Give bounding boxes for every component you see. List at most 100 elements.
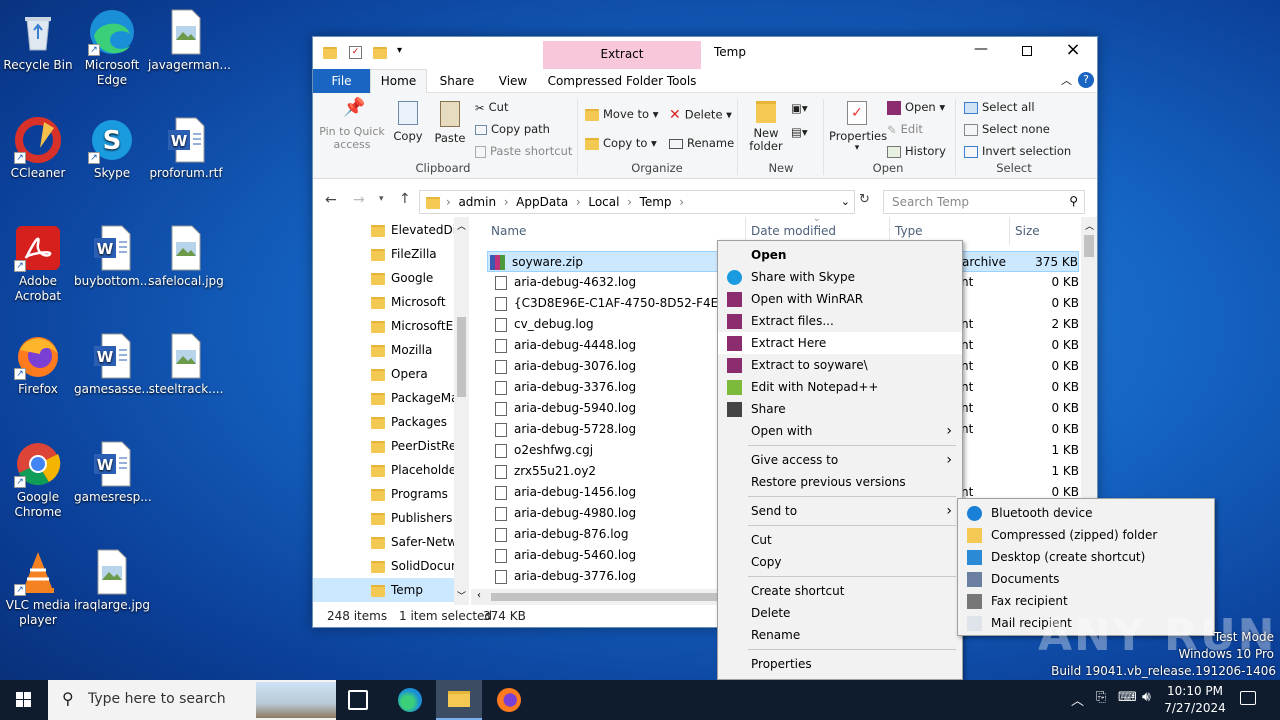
- context-menu-item-extract-here[interactable]: Extract Here: [718, 332, 962, 354]
- tree-item-peerdistrep[interactable]: PeerDistRep: [371, 434, 464, 458]
- breadcrumb-admin[interactable]: admin: [458, 195, 496, 209]
- easy-access-icon[interactable]: ▤▾: [791, 125, 808, 139]
- properties-button[interactable]: ✓ Properties ▾: [829, 101, 887, 153]
- tree-item-elevateddia[interactable]: ElevatedDia: [371, 218, 463, 242]
- address-bar[interactable]: › admin › AppData › Local › Temp › ⌄: [419, 190, 855, 214]
- pin-quick-access-button[interactable]: 📌 Pin to Quick access: [319, 99, 385, 152]
- tree-item-mozilla[interactable]: Mozilla: [371, 338, 432, 362]
- desktop-icon-edge[interactable]: ↗ Microsoft Edge: [74, 8, 150, 88]
- move-to-button[interactable]: Move to ▾: [585, 107, 658, 122]
- column-header-date[interactable]: Date modified: [751, 224, 836, 238]
- column-header-name[interactable]: Name: [491, 224, 526, 238]
- context-menu-item-copy[interactable]: Copy: [718, 551, 962, 573]
- network-icon[interactable]: ⎘: [1096, 690, 1106, 705]
- desktop-icon-ccleaner[interactable]: ↗ CCleaner: [0, 116, 76, 181]
- desktop-icon-firefox[interactable]: ↗ Firefox: [0, 332, 76, 397]
- invert-selection-button[interactable]: Invert selection: [964, 144, 1071, 158]
- tree-item-packagema[interactable]: PackageMa: [371, 386, 458, 410]
- desktop-icon-javagerman[interactable]: javagerman...: [148, 8, 231, 73]
- desktop-icon-skype[interactable]: S ↗ Skype: [74, 116, 150, 181]
- taskbar-search-box[interactable]: ⚲ Type here to search: [48, 680, 336, 720]
- desktop-icon-acrobat[interactable]: ↗ Adobe Acrobat: [0, 224, 76, 304]
- search-box[interactable]: Search Temp ⚲: [883, 190, 1085, 214]
- tree-item-microsoftec[interactable]: MicrosoftEc: [371, 314, 460, 338]
- breadcrumb-temp[interactable]: Temp: [640, 195, 672, 209]
- desktop-icon-proforum[interactable]: W proforum.rtf: [148, 116, 224, 181]
- taskbar-search-input[interactable]: Type here to search: [88, 691, 226, 707]
- send-to-item-fax-recipient[interactable]: Fax recipient: [958, 590, 1214, 612]
- taskbar-firefox-icon[interactable]: [497, 688, 521, 712]
- refresh-button[interactable]: ↻: [859, 192, 870, 207]
- desktop-icon-recycle-bin[interactable]: Recycle Bin: [0, 8, 76, 73]
- tree-item-soliddocum[interactable]: SolidDocum: [371, 554, 463, 578]
- collapse-ribbon-icon[interactable]: ︿: [1061, 72, 1072, 88]
- context-menu-item-properties[interactable]: Properties: [718, 653, 962, 675]
- taskbar-edge-icon[interactable]: [398, 688, 422, 712]
- recent-locations-button[interactable]: ▾: [379, 194, 384, 204]
- context-menu-item-extract-to-soyware[interactable]: Extract to soyware\: [718, 354, 962, 376]
- breadcrumb-appdata[interactable]: AppData: [516, 195, 568, 209]
- column-header-size[interactable]: Size: [1015, 224, 1040, 238]
- qat-dropdown-icon[interactable]: ▾: [397, 45, 402, 56]
- desktop-icon-vlc[interactable]: ↗ VLC media player: [0, 548, 76, 628]
- tab-share[interactable]: Share: [429, 69, 485, 93]
- send-to-item-desktop-create-shortcut[interactable]: Desktop (create shortcut): [958, 546, 1214, 568]
- new-folder-button[interactable]: New folder: [745, 101, 787, 153]
- context-menu-item-give-access-to[interactable]: Give access to ›: [718, 449, 962, 471]
- breadcrumb-local[interactable]: Local: [588, 195, 619, 209]
- tab-view[interactable]: View: [485, 69, 541, 93]
- volume-icon[interactable]: 🔊︎: [1142, 689, 1151, 705]
- taskbar-file-explorer-icon[interactable]: [436, 680, 482, 720]
- context-menu-item-create-shortcut[interactable]: Create shortcut: [718, 580, 962, 602]
- history-button[interactable]: History: [887, 144, 946, 158]
- forward-button[interactable]: →: [353, 192, 365, 208]
- clock[interactable]: 10:10 PM 7/27/2024: [1164, 683, 1226, 717]
- column-header-type[interactable]: Type: [895, 224, 923, 238]
- tree-item-opera[interactable]: Opera: [371, 362, 428, 386]
- address-dropdown-icon[interactable]: ⌄: [841, 195, 850, 208]
- select-all-button[interactable]: Select all: [964, 100, 1035, 114]
- delete-button[interactable]: ✕ Delete ▾: [669, 107, 732, 123]
- desktop-icon-gamesasse[interactable]: W gamesasse...: [74, 332, 153, 397]
- desktop-icon-safelocal[interactable]: safelocal.jpg: [148, 224, 224, 289]
- desktop-icon-buybottom[interactable]: W buybottom...: [74, 224, 151, 289]
- minimize-button[interactable]: —: [959, 41, 1003, 65]
- paste-button[interactable]: Paste: [433, 101, 467, 145]
- tree-item-microsoft[interactable]: Microsoft: [371, 290, 446, 314]
- send-to-item-documents[interactable]: Documents: [958, 568, 1214, 590]
- context-menu-item-rename[interactable]: Rename: [718, 624, 962, 646]
- up-button[interactable]: ↑: [399, 191, 411, 207]
- tab-home[interactable]: Home: [370, 69, 427, 94]
- rename-button[interactable]: Rename: [669, 136, 734, 150]
- search-input[interactable]: Search Temp: [892, 195, 969, 209]
- tab-extract-contextual[interactable]: Extract: [543, 41, 701, 69]
- copy-path-button[interactable]: Copy path: [475, 122, 550, 136]
- back-button[interactable]: ←: [325, 192, 337, 208]
- context-menu-item-open-with-winrar[interactable]: Open with WinRAR: [718, 288, 962, 310]
- desktop-icon-chrome[interactable]: ↗ Google Chrome: [0, 440, 76, 520]
- notification-center-icon[interactable]: [1240, 691, 1256, 705]
- context-menu-item-edit-with-notepad[interactable]: Edit with Notepad++: [718, 376, 962, 398]
- tree-item-placeholder[interactable]: Placeholder: [371, 458, 461, 482]
- tree-item-temp[interactable]: Temp: [313, 578, 454, 602]
- select-none-button[interactable]: Select none: [964, 122, 1050, 136]
- cut-button[interactable]: ✂ Cut: [475, 100, 508, 115]
- context-menu-item-extract-files[interactable]: Extract files...: [718, 310, 962, 332]
- tree-item-safer-netwo[interactable]: Safer-Netwo: [371, 530, 464, 554]
- tab-file[interactable]: File: [313, 69, 370, 93]
- desktop-icon-steeltrack[interactable]: steeltrack....: [148, 332, 224, 397]
- tree-item-google[interactable]: Google: [371, 266, 433, 290]
- help-icon[interactable]: ?: [1078, 72, 1094, 88]
- open-button[interactable]: Open ▾: [887, 100, 945, 115]
- context-menu-item-cut[interactable]: Cut: [718, 529, 962, 551]
- properties-quick-icon[interactable]: ✓: [349, 46, 362, 59]
- send-to-item-compressed-zipped-folder[interactable]: Compressed (zipped) folder: [958, 524, 1214, 546]
- close-button[interactable]: ×: [1051, 39, 1095, 63]
- paste-shortcut-button[interactable]: Paste shortcut: [475, 144, 572, 158]
- network-status-icon[interactable]: ⌨: [1118, 690, 1137, 705]
- copy-button[interactable]: Copy: [391, 101, 425, 143]
- context-menu-item-open-with[interactable]: Open with ›: [718, 420, 962, 442]
- desktop-icon-gamesresp[interactable]: W gamesresp...: [74, 440, 152, 505]
- send-to-item-bluetooth-device[interactable]: Bluetooth device: [958, 502, 1214, 524]
- context-menu-item-send-to[interactable]: Send to ›: [718, 500, 962, 522]
